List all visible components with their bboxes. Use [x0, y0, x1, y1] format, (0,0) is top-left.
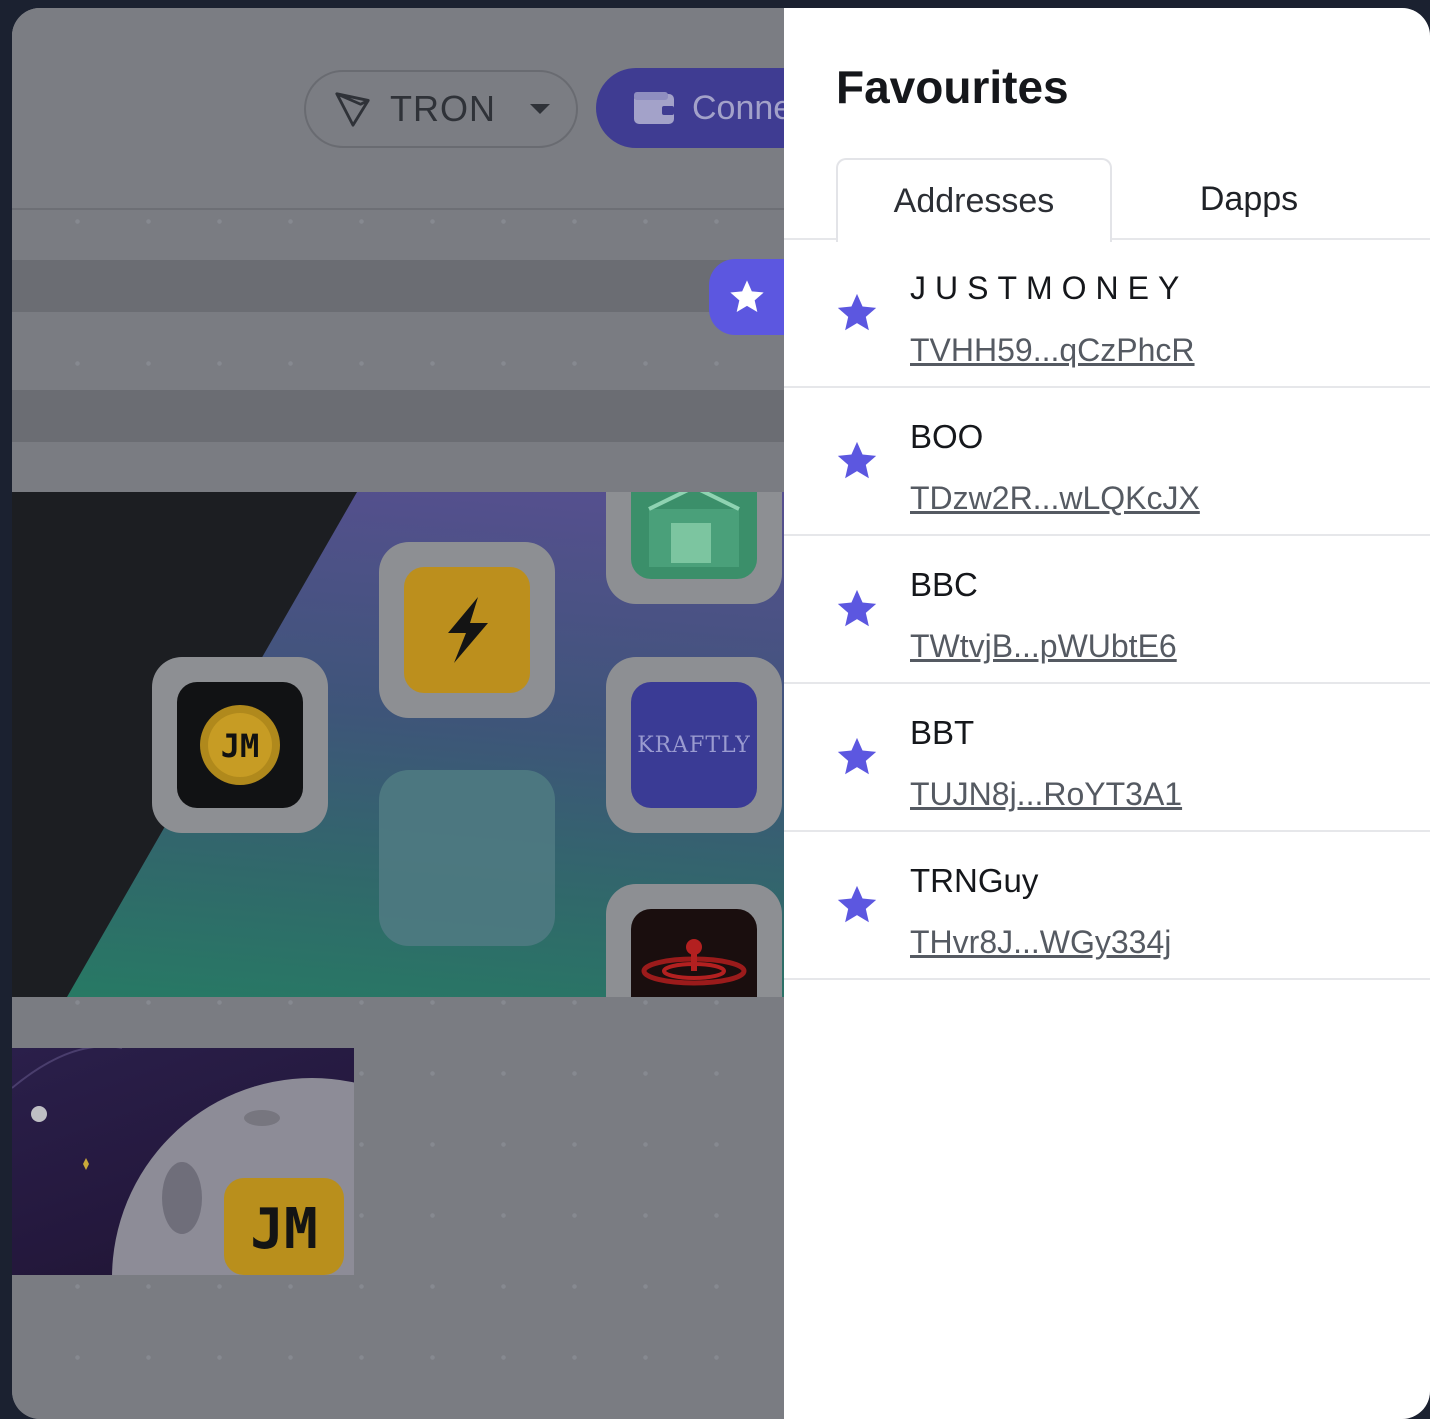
list-item: BBT TUJN8j...RoYT3A1 — [784, 684, 1430, 832]
star-icon[interactable] — [834, 586, 880, 632]
header-divider — [12, 208, 784, 210]
section-bar — [12, 390, 784, 442]
star-icon[interactable] — [834, 438, 880, 484]
dapps-banner[interactable]: JM KRAFTLY — [12, 492, 784, 997]
app-window: TRON Connect JM KRAFTLY JM Favourites Ad… — [12, 8, 1430, 1419]
wallet-icon — [634, 92, 674, 124]
star-icon[interactable] — [834, 290, 880, 336]
chevron-down-icon — [530, 104, 550, 114]
star-icon — [730, 280, 764, 312]
dapp-tile-target[interactable] — [606, 884, 782, 997]
favourite-name: JUSTMONEY — [910, 270, 1189, 306]
jm-coin-icon: JM — [200, 705, 280, 785]
target-icon — [641, 939, 747, 986]
tab-dapps[interactable]: Dapps — [1144, 158, 1354, 240]
dapp-tile-lightning[interactable] — [379, 542, 555, 718]
dapp-tile-placeholder — [379, 770, 555, 946]
list-item: BOO TDzw2R...wLQKcJX — [784, 388, 1430, 536]
tab-addresses[interactable]: Addresses — [836, 158, 1112, 242]
favourite-name: TRNGuy — [910, 862, 1039, 899]
favourite-address-link[interactable]: TVHH59...qCzPhcR — [910, 332, 1195, 369]
favourite-name: BBT — [910, 714, 975, 751]
dapp-tile-kraftly[interactable]: KRAFTLY — [606, 657, 782, 833]
jm-logo: JM — [250, 1197, 317, 1262]
star-icon[interactable] — [834, 734, 880, 780]
list-item: JUSTMONEY TVHH59...qCzPhcR — [784, 240, 1430, 388]
favourites-panel: Favourites Addresses Dapps JUSTMONEY TVH… — [784, 8, 1430, 1419]
favourites-list: JUSTMONEY TVHH59...qCzPhcR BOO TDzw2R...… — [784, 240, 1430, 980]
list-item: TRNGuy THvr8J...WGy334j — [784, 832, 1430, 980]
kraftly-logo: KRAFTLY — [637, 732, 751, 758]
dapp-tile-justmoney[interactable]: JM — [152, 657, 328, 833]
list-item: BBC TWtvjB...pWUbtE6 — [784, 536, 1430, 684]
favourite-address-link[interactable]: TUJN8j...RoYT3A1 — [910, 776, 1182, 813]
star-icon[interactable] — [834, 882, 880, 928]
dapp-tile-box[interactable] — [606, 492, 782, 604]
section-bar — [12, 260, 784, 312]
svg-text:JM: JM — [221, 727, 260, 765]
favourite-name: BOO — [910, 418, 984, 455]
background-app: TRON Connect JM KRAFTLY JM — [12, 8, 876, 1419]
moon-banner[interactable]: JM — [12, 1048, 354, 1275]
favourite-address-link[interactable]: THvr8J...WGy334j — [910, 924, 1171, 961]
favourite-address-link[interactable]: TWtvjB...pWUbtE6 — [910, 628, 1177, 665]
lightning-icon — [448, 597, 488, 663]
panel-title: Favourites — [836, 61, 1069, 113]
box-icon — [648, 492, 740, 567]
tron-icon — [335, 92, 370, 127]
network-label: TRON — [390, 88, 496, 129]
favourite-address-link[interactable]: TDzw2R...wLQKcJX — [910, 480, 1200, 517]
favourite-name: BBC — [910, 566, 978, 603]
network-select[interactable]: TRON — [304, 70, 578, 148]
